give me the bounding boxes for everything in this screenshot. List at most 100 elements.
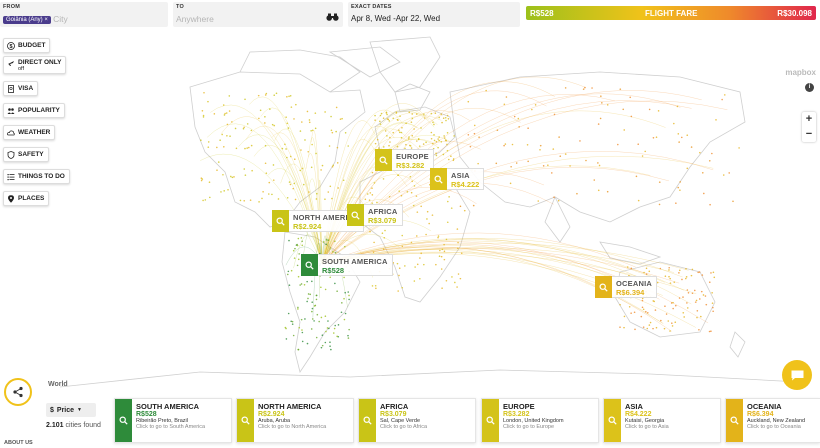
city-dot[interactable] [289, 183, 292, 186]
filter-popularity[interactable]: POPULARITY [3, 103, 65, 118]
city-dot[interactable] [722, 174, 725, 176]
city-dot[interactable] [674, 304, 677, 307]
city-dot[interactable] [413, 128, 415, 130]
city-dot[interactable] [569, 165, 571, 167]
city-dot[interactable] [334, 324, 336, 327]
city-dot[interactable] [299, 284, 301, 286]
city-dot[interactable] [311, 129, 314, 132]
city-dot[interactable] [559, 155, 562, 158]
city-dot[interactable] [204, 199, 207, 201]
city-dot[interactable] [340, 311, 343, 314]
origin-chip[interactable]: Goiânia (Any) × [3, 15, 51, 24]
city-dot[interactable] [291, 323, 294, 325]
to-field[interactable]: TO Anywhere [173, 2, 343, 27]
city-dot[interactable] [217, 161, 220, 163]
city-dot[interactable] [332, 164, 335, 167]
city-dot[interactable] [286, 96, 288, 98]
city-dot[interactable] [477, 162, 479, 165]
city-dot[interactable] [623, 326, 625, 329]
city-dot[interactable] [673, 281, 676, 283]
city-dot[interactable] [678, 272, 680, 274]
city-dot[interactable] [694, 301, 697, 303]
city-dot[interactable] [448, 158, 450, 161]
city-dot[interactable] [456, 286, 458, 288]
city-dot[interactable] [597, 123, 600, 125]
city-dot[interactable] [418, 145, 421, 147]
city-dot[interactable] [285, 338, 288, 340]
city-dot[interactable] [641, 306, 644, 309]
city-dot[interactable] [293, 182, 296, 185]
city-dot[interactable] [681, 278, 683, 281]
city-dot[interactable] [457, 273, 460, 275]
city-dot[interactable] [371, 187, 373, 189]
share-button[interactable] [4, 378, 32, 406]
city-dot[interactable] [399, 115, 401, 117]
city-dot[interactable] [329, 276, 332, 279]
city-dot[interactable] [310, 328, 313, 330]
city-dot[interactable] [250, 144, 253, 147]
city-dot[interactable] [509, 182, 512, 185]
city-dot[interactable] [292, 249, 295, 252]
city-dot[interactable] [684, 277, 687, 280]
city-dot[interactable] [366, 193, 369, 195]
city-dot[interactable] [630, 115, 633, 118]
city-dot[interactable] [422, 143, 425, 145]
city-dot[interactable] [311, 280, 313, 283]
city-dot[interactable] [308, 121, 311, 124]
city-dot[interactable] [373, 182, 376, 184]
city-dot[interactable] [258, 201, 260, 203]
city-dot[interactable] [678, 297, 681, 299]
city-dot[interactable] [269, 108, 271, 110]
city-dot[interactable] [222, 173, 224, 176]
city-dot[interactable] [333, 327, 336, 330]
zoom-out-button[interactable]: − [802, 127, 816, 142]
city-dot[interactable] [708, 330, 711, 333]
city-dot[interactable] [226, 123, 229, 126]
city-dot[interactable] [668, 275, 670, 278]
city-dot[interactable] [371, 285, 374, 287]
city-dot[interactable] [619, 88, 622, 90]
city-dot[interactable] [433, 139, 436, 142]
city-dot[interactable] [296, 243, 298, 246]
city-dot[interactable] [200, 139, 202, 142]
from-input[interactable]: City [53, 14, 68, 24]
binoculars-icon[interactable] [326, 13, 339, 21]
city-dot[interactable] [410, 191, 413, 194]
city-dot[interactable] [224, 112, 226, 115]
filter-places[interactable]: PLACES [3, 191, 50, 206]
city-dot[interactable] [564, 153, 567, 155]
city-dot[interactable] [320, 169, 322, 171]
city-dot[interactable] [682, 296, 684, 298]
city-dot[interactable] [460, 252, 463, 255]
city-dot[interactable] [304, 139, 306, 141]
city-dot[interactable] [318, 320, 320, 323]
city-dot[interactable] [675, 202, 677, 204]
city-dot[interactable] [396, 145, 399, 148]
city-dot[interactable] [385, 112, 388, 114]
city-dot[interactable] [287, 127, 290, 129]
city-dot[interactable] [550, 172, 553, 174]
city-dot[interactable] [308, 119, 311, 121]
city-dot[interactable] [251, 169, 253, 172]
city-dot[interactable] [414, 266, 416, 268]
city-dot[interactable] [691, 292, 694, 295]
city-dot[interactable] [257, 94, 260, 97]
city-dot[interactable] [410, 241, 413, 244]
city-dot[interactable] [655, 136, 658, 139]
city-dot[interactable] [682, 311, 685, 314]
city-dot[interactable] [321, 164, 324, 167]
from-field[interactable]: FROM Goiânia (Any) × City [0, 2, 168, 27]
city-dot[interactable] [648, 270, 651, 273]
city-dot[interactable] [660, 319, 662, 322]
filter-visa[interactable]: VISA [3, 81, 39, 96]
city-dot[interactable] [261, 197, 263, 200]
city-dot[interactable] [207, 100, 209, 103]
city-dot[interactable] [271, 193, 273, 196]
city-dot[interactable] [382, 146, 385, 148]
city-dot[interactable] [264, 144, 267, 147]
city-dot[interactable] [314, 127, 317, 130]
city-dot[interactable] [243, 199, 246, 202]
city-dot[interactable] [467, 133, 470, 136]
zoom-in-button[interactable]: + [802, 112, 816, 127]
city-dot[interactable] [443, 243, 445, 246]
